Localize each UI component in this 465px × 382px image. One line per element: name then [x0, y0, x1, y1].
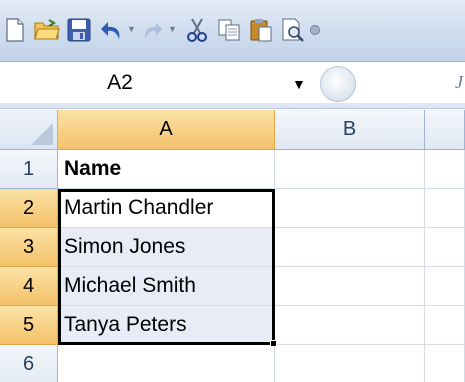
name-box-dropdown-icon[interactable]: ▼: [292, 76, 306, 92]
row-header-4[interactable]: 4: [0, 267, 58, 306]
redo-dropdown-icon[interactable]: ▼: [168, 24, 177, 34]
formula-zoom-circle-icon[interactable]: [320, 66, 356, 102]
cell-a5[interactable]: Tanya Peters: [58, 306, 275, 345]
cut-icon[interactable]: [184, 17, 210, 43]
cell-c5[interactable]: [425, 306, 465, 345]
cell-b4[interactable]: [275, 267, 425, 306]
copy-icon[interactable]: [216, 17, 242, 43]
row-header-6[interactable]: 6: [0, 345, 58, 382]
cell-c3[interactable]: [425, 228, 465, 267]
undo-dropdown-icon[interactable]: ▼: [127, 24, 136, 34]
save-icon[interactable]: [66, 17, 92, 43]
cell-c2[interactable]: [425, 189, 465, 228]
cell-a6[interactable]: [58, 345, 275, 382]
open-folder-icon[interactable]: [34, 17, 60, 43]
name-box[interactable]: A2: [0, 62, 280, 103]
column-header-b[interactable]: B: [275, 110, 425, 150]
column-header-a[interactable]: A: [58, 110, 275, 150]
print-preview-icon[interactable]: [280, 17, 306, 43]
column-header-c[interactable]: [425, 110, 465, 150]
paste-icon[interactable]: [248, 17, 274, 43]
cell-c4[interactable]: [425, 267, 465, 306]
cell-a2[interactable]: Martin Chandler: [58, 189, 275, 228]
row-header-5[interactable]: 5: [0, 306, 58, 345]
select-all-corner[interactable]: [0, 110, 58, 150]
cell-b5[interactable]: [275, 306, 425, 345]
cell-a3[interactable]: Simon Jones: [58, 228, 275, 267]
name-box-value: A2: [107, 70, 133, 94]
cell-b1[interactable]: [275, 150, 425, 189]
worksheet-grid: A B 1 Name 2 Martin Chandler 3 Simon Jon…: [0, 110, 465, 382]
formula-bar: A2 ▼ J: [0, 62, 465, 104]
cell-a4[interactable]: Michael Smith: [58, 267, 275, 306]
new-document-icon[interactable]: [2, 17, 28, 43]
formula-bar-edge-glyph: J: [455, 72, 463, 92]
cell-b6[interactable]: [275, 345, 425, 382]
row-header-2[interactable]: 2: [0, 189, 58, 228]
row-header-3[interactable]: 3: [0, 228, 58, 267]
fill-handle[interactable]: [270, 340, 277, 347]
formula-bar-divider: [0, 103, 465, 109]
redo-icon[interactable]: [140, 17, 166, 43]
cell-b3[interactable]: [275, 228, 425, 267]
undo-icon[interactable]: [98, 17, 124, 43]
cell-a1[interactable]: Name: [58, 150, 275, 189]
toolbar-overflow-icon[interactable]: [308, 17, 322, 43]
cell-b2[interactable]: [275, 189, 425, 228]
quick-access-toolbar: ▼ ▼: [0, 0, 465, 62]
cell-c6[interactable]: [425, 345, 465, 382]
row-header-1[interactable]: 1: [0, 150, 58, 189]
cell-c1[interactable]: [425, 150, 465, 189]
